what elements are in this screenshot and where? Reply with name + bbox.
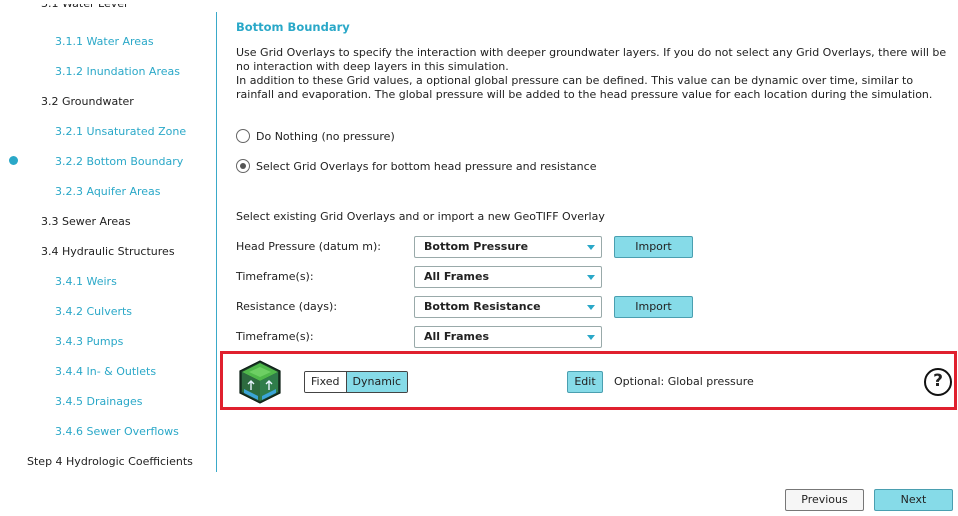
nav-item-sewer-areas[interactable]: 3.3 Sewer Areas [41,215,131,228]
page-title: Bottom Boundary [236,20,350,34]
nav-item-aquifer-areas[interactable]: 3.2.3 Aquifer Areas [55,185,161,198]
active-indicator-dot [9,156,18,165]
option-do-nothing-label: Do Nothing (no pressure) [256,129,395,143]
nav-item-pumps[interactable]: 3.4.3 Pumps [55,335,123,348]
resistance-select-value: Bottom Resistance [424,300,541,313]
import-head-pressure-button[interactable]: Import [614,236,693,258]
chevron-down-icon [587,305,595,310]
chevron-down-icon [587,245,595,250]
chevron-down-icon [587,275,595,280]
fixed-dynamic-toggle: Fixed Dynamic [304,371,409,393]
description-paragraph-2: In addition to these Grid values, a opti… [236,74,933,101]
nav-item-unsaturated-zone[interactable]: 3.2.1 Unsaturated Zone [55,125,186,138]
timeframe-select-1-value: All Frames [424,270,490,283]
chevron-down-icon [587,335,595,340]
radio-do-nothing[interactable] [236,129,250,143]
nav-item-inundation-areas[interactable]: 3.1.2 Inundation Areas [55,65,180,78]
resistance-select[interactable]: Bottom Resistance [414,296,602,318]
import-resistance-button[interactable]: Import [614,296,693,318]
timeframe-select-1[interactable]: All Frames [414,266,602,288]
resistance-label: Resistance (days): [236,300,338,313]
nav-item-weirs[interactable]: 3.4.1 Weirs [55,275,117,288]
timeframe-label-1: Timeframe(s): [236,270,314,283]
nav-item-bottom-boundary[interactable]: 3.2.2 Bottom Boundary [55,155,183,168]
option-select-grid-overlays-label: Select Grid Overlays for bottom head pre… [256,159,597,173]
timeframe-select-2-value: All Frames [424,330,490,343]
nav-item-water-areas[interactable]: 3.1.1 Water Areas [55,35,154,48]
head-pressure-select[interactable]: Bottom Pressure [414,236,602,258]
groundwater-cube-icon [238,359,282,405]
previous-button[interactable]: Previous [785,489,864,511]
nav-item-culverts[interactable]: 3.4.2 Culverts [55,305,132,318]
description: Use Grid Overlays to specify the interac… [236,46,954,102]
overlay-intro-text: Select existing Grid Overlays and or imp… [236,210,605,223]
option-do-nothing[interactable]: Do Nothing (no pressure) [236,129,395,143]
next-button[interactable]: Next [874,489,953,511]
global-pressure-label: Optional: Global pressure [614,375,754,388]
fixed-toggle-button[interactable]: Fixed [305,372,347,392]
nav-item-hydraulic-structures[interactable]: 3.4 Hydraulic Structures [41,245,175,258]
nav-item-in-outlets[interactable]: 3.4.4 In- & Outlets [55,365,156,378]
sidebar-divider [216,12,217,472]
radio-select-grid-overlays[interactable] [236,159,250,173]
nav-item-drainages[interactable]: 3.4.5 Drainages [55,395,142,408]
sidebar-nav: 3.1 Water Level 3.1.1 Water Areas 3.1.2 … [0,0,216,472]
description-paragraph-1: Use Grid Overlays to specify the interac… [236,46,947,73]
edit-global-pressure-button[interactable]: Edit [567,371,603,393]
help-icon[interactable]: ? [924,368,952,396]
head-pressure-label: Head Pressure (datum m): [236,240,381,253]
dynamic-toggle-button[interactable]: Dynamic [346,372,408,392]
nav-item-sewer-overflows[interactable]: 3.4.6 Sewer Overflows [55,425,179,438]
option-select-grid-overlays[interactable]: Select Grid Overlays for bottom head pre… [236,159,596,173]
timeframe-select-2[interactable]: All Frames [414,326,602,348]
head-pressure-select-value: Bottom Pressure [424,240,529,253]
nav-item-water-level[interactable]: 3.1 Water Level [41,4,127,12]
nav-item-groundwater[interactable]: 3.2 Groundwater [41,95,134,108]
nav-item-step-4[interactable]: Step 4 Hydrologic Coefficients [27,455,193,468]
timeframe-label-2: Timeframe(s): [236,330,314,343]
